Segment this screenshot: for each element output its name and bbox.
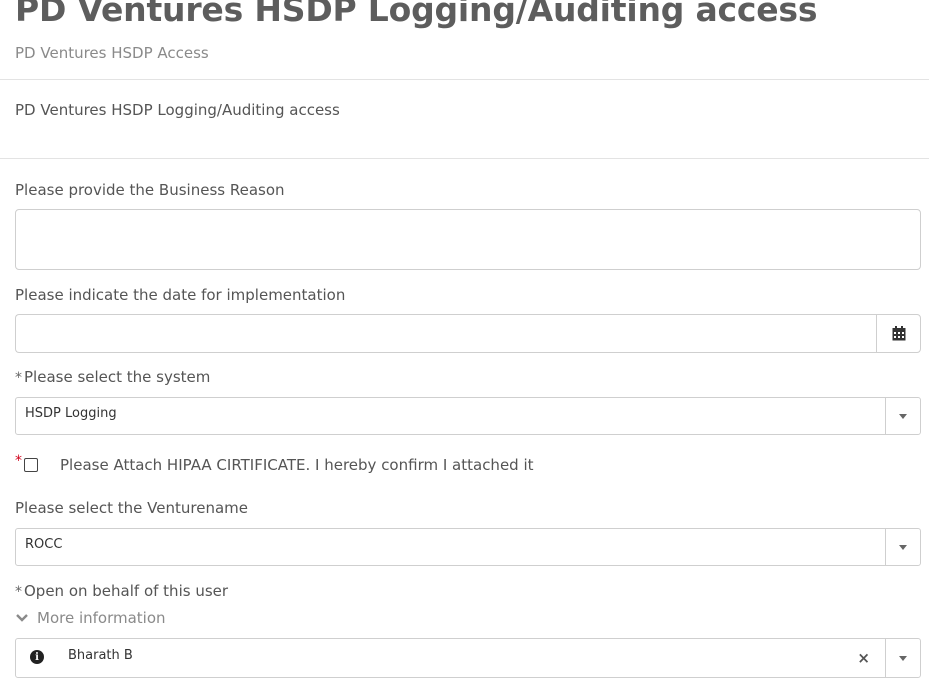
chevron-down-icon <box>899 544 907 550</box>
info-icon[interactable]: i <box>30 650 44 664</box>
system-label-text: Please select the system <box>24 368 211 386</box>
hipaa-checkbox-row: * Please Attach HIPAA CIRTIFICATE. I her… <box>15 453 534 477</box>
venturename-select-value: ROCC <box>25 537 63 552</box>
open-on-behalf-select[interactable]: i Bharath B × <box>15 638 921 678</box>
page-title: PD Ventures HSDP Logging/Auditing access <box>15 0 818 29</box>
open-on-behalf-toggle[interactable] <box>885 639 920 677</box>
required-marker: * <box>15 370 22 386</box>
venturename-select[interactable]: ROCC <box>15 528 921 566</box>
open-on-behalf-value: Bharath B <box>68 648 133 663</box>
chevron-down-icon <box>899 413 907 419</box>
venturename-select-toggle[interactable] <box>885 529 920 565</box>
chevron-down-icon <box>899 655 907 661</box>
description-divider <box>0 158 929 159</box>
required-marker: * <box>15 584 22 600</box>
page-description: PD Ventures HSDP Logging/Auditing access <box>15 101 340 119</box>
system-select[interactable]: HSDP Logging <box>15 397 921 435</box>
hipaa-checkbox[interactable] <box>24 458 38 472</box>
calendar-button[interactable] <box>876 314 921 353</box>
clear-icon[interactable]: × <box>857 649 870 667</box>
implementation-date-input[interactable] <box>15 314 877 353</box>
calendar-icon <box>892 326 905 341</box>
more-information-toggle[interactable]: More information <box>15 609 166 627</box>
open-on-behalf-label: * Open on behalf of this user <box>15 582 228 600</box>
venturename-label: Please select the Venturename <box>15 499 248 517</box>
required-marker: * <box>15 453 22 469</box>
page-subtitle: PD Ventures HSDP Access <box>15 44 209 62</box>
system-label: * Please select the system <box>15 368 210 386</box>
system-select-value: HSDP Logging <box>25 406 117 421</box>
system-select-toggle[interactable] <box>885 398 920 434</box>
more-information-label: More information <box>37 609 166 627</box>
open-on-behalf-label-text: Open on behalf of this user <box>24 582 229 600</box>
implementation-date-label: Please indicate the date for implementat… <box>15 286 346 304</box>
chevron-down-icon <box>16 614 28 622</box>
hipaa-checkbox-label[interactable]: Please Attach HIPAA CIRTIFICATE. I hereb… <box>60 456 534 474</box>
header-divider <box>0 79 929 80</box>
business-reason-textarea[interactable] <box>15 209 921 270</box>
business-reason-label: Please provide the Business Reason <box>15 181 285 199</box>
